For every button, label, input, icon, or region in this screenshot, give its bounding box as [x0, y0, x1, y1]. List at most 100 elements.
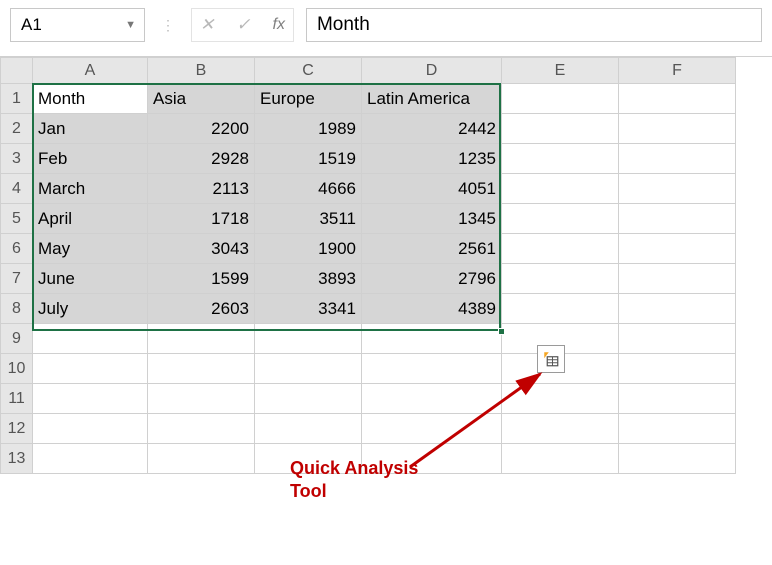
- enter-icon[interactable]: ✓: [236, 15, 250, 35]
- row-header[interactable]: 12: [1, 414, 33, 444]
- cell[interactable]: [148, 324, 255, 354]
- col-header-D[interactable]: D: [362, 58, 502, 84]
- cell[interactable]: [362, 414, 502, 444]
- cell[interactable]: [362, 324, 502, 354]
- cell[interactable]: [362, 384, 502, 414]
- formula-input[interactable]: Month: [306, 8, 762, 42]
- cell[interactable]: [502, 234, 619, 264]
- cell[interactable]: [502, 384, 619, 414]
- row-header[interactable]: 4: [1, 174, 33, 204]
- select-all-corner[interactable]: [1, 58, 33, 84]
- cell[interactable]: [502, 144, 619, 174]
- col-header-A[interactable]: A: [33, 58, 148, 84]
- cell[interactable]: [619, 234, 736, 264]
- cell[interactable]: [33, 324, 148, 354]
- cell[interactable]: 1900: [255, 234, 362, 264]
- row-header[interactable]: 8: [1, 294, 33, 324]
- cell[interactable]: [619, 204, 736, 234]
- cell[interactable]: [619, 354, 736, 384]
- cell[interactable]: 4666: [255, 174, 362, 204]
- cell[interactable]: [255, 414, 362, 444]
- fx-icon[interactable]: fx: [273, 16, 285, 34]
- cell[interactable]: 2442: [362, 114, 502, 144]
- cell[interactable]: Jan: [33, 114, 148, 144]
- row-header[interactable]: 2: [1, 114, 33, 144]
- cell[interactable]: Month: [33, 84, 148, 114]
- cell[interactable]: [33, 354, 148, 384]
- cell[interactable]: [619, 294, 736, 324]
- cell[interactable]: March: [33, 174, 148, 204]
- cell[interactable]: [255, 324, 362, 354]
- row-header[interactable]: 9: [1, 324, 33, 354]
- cell[interactable]: Latin America: [362, 84, 502, 114]
- sheet-table[interactable]: A B C D E F 1MonthAsiaEuropeLatin Americ…: [0, 57, 736, 474]
- cell[interactable]: [502, 204, 619, 234]
- cell[interactable]: 1718: [148, 204, 255, 234]
- cell[interactable]: [619, 264, 736, 294]
- cell[interactable]: 2928: [148, 144, 255, 174]
- cell[interactable]: [502, 414, 619, 444]
- cell[interactable]: 3511: [255, 204, 362, 234]
- cancel-icon[interactable]: ✕: [200, 15, 214, 35]
- col-header-B[interactable]: B: [148, 58, 255, 84]
- cell[interactable]: 3043: [148, 234, 255, 264]
- cell[interactable]: [362, 354, 502, 384]
- cell[interactable]: [619, 174, 736, 204]
- cell[interactable]: 4051: [362, 174, 502, 204]
- cell[interactable]: [502, 174, 619, 204]
- row-header[interactable]: 13: [1, 444, 33, 474]
- cell[interactable]: [33, 384, 148, 414]
- cell[interactable]: [148, 414, 255, 444]
- cell[interactable]: 2561: [362, 234, 502, 264]
- cell[interactable]: [619, 114, 736, 144]
- cell[interactable]: [33, 444, 148, 474]
- row-header[interactable]: 1: [1, 84, 33, 114]
- cell[interactable]: [619, 144, 736, 174]
- cell[interactable]: 4389: [362, 294, 502, 324]
- cell[interactable]: [619, 444, 736, 474]
- cell[interactable]: 1235: [362, 144, 502, 174]
- cell[interactable]: June: [33, 264, 148, 294]
- cell[interactable]: 2113: [148, 174, 255, 204]
- row-header[interactable]: 7: [1, 264, 33, 294]
- cell[interactable]: 1989: [255, 114, 362, 144]
- cell[interactable]: [619, 324, 736, 354]
- cell[interactable]: [502, 294, 619, 324]
- name-box[interactable]: A1 ▼: [10, 8, 145, 42]
- cell[interactable]: April: [33, 204, 148, 234]
- cell[interactable]: [148, 444, 255, 474]
- cell[interactable]: [502, 264, 619, 294]
- row-header[interactable]: 11: [1, 384, 33, 414]
- cell[interactable]: [255, 354, 362, 384]
- cell[interactable]: May: [33, 234, 148, 264]
- cell[interactable]: 2200: [148, 114, 255, 144]
- cell[interactable]: [502, 444, 619, 474]
- col-header-E[interactable]: E: [502, 58, 619, 84]
- cell[interactable]: 1345: [362, 204, 502, 234]
- cell[interactable]: [148, 384, 255, 414]
- quick-analysis-button[interactable]: [537, 345, 565, 373]
- cell[interactable]: 3893: [255, 264, 362, 294]
- dropdown-icon[interactable]: ▼: [125, 19, 136, 31]
- cell[interactable]: Europe: [255, 84, 362, 114]
- row-header[interactable]: 3: [1, 144, 33, 174]
- cell[interactable]: [619, 84, 736, 114]
- cell[interactable]: [619, 384, 736, 414]
- cell[interactable]: 1599: [148, 264, 255, 294]
- col-header-C[interactable]: C: [255, 58, 362, 84]
- cell[interactable]: [33, 414, 148, 444]
- cell[interactable]: [502, 84, 619, 114]
- row-header[interactable]: 5: [1, 204, 33, 234]
- cell[interactable]: 2796: [362, 264, 502, 294]
- cell[interactable]: [619, 414, 736, 444]
- cell[interactable]: 3341: [255, 294, 362, 324]
- cell[interactable]: [148, 354, 255, 384]
- cell[interactable]: [255, 384, 362, 414]
- row-header[interactable]: 10: [1, 354, 33, 384]
- cell[interactable]: Asia: [148, 84, 255, 114]
- row-header[interactable]: 6: [1, 234, 33, 264]
- col-header-F[interactable]: F: [619, 58, 736, 84]
- cell[interactable]: Feb: [33, 144, 148, 174]
- cell[interactable]: 2603: [148, 294, 255, 324]
- cell[interactable]: July: [33, 294, 148, 324]
